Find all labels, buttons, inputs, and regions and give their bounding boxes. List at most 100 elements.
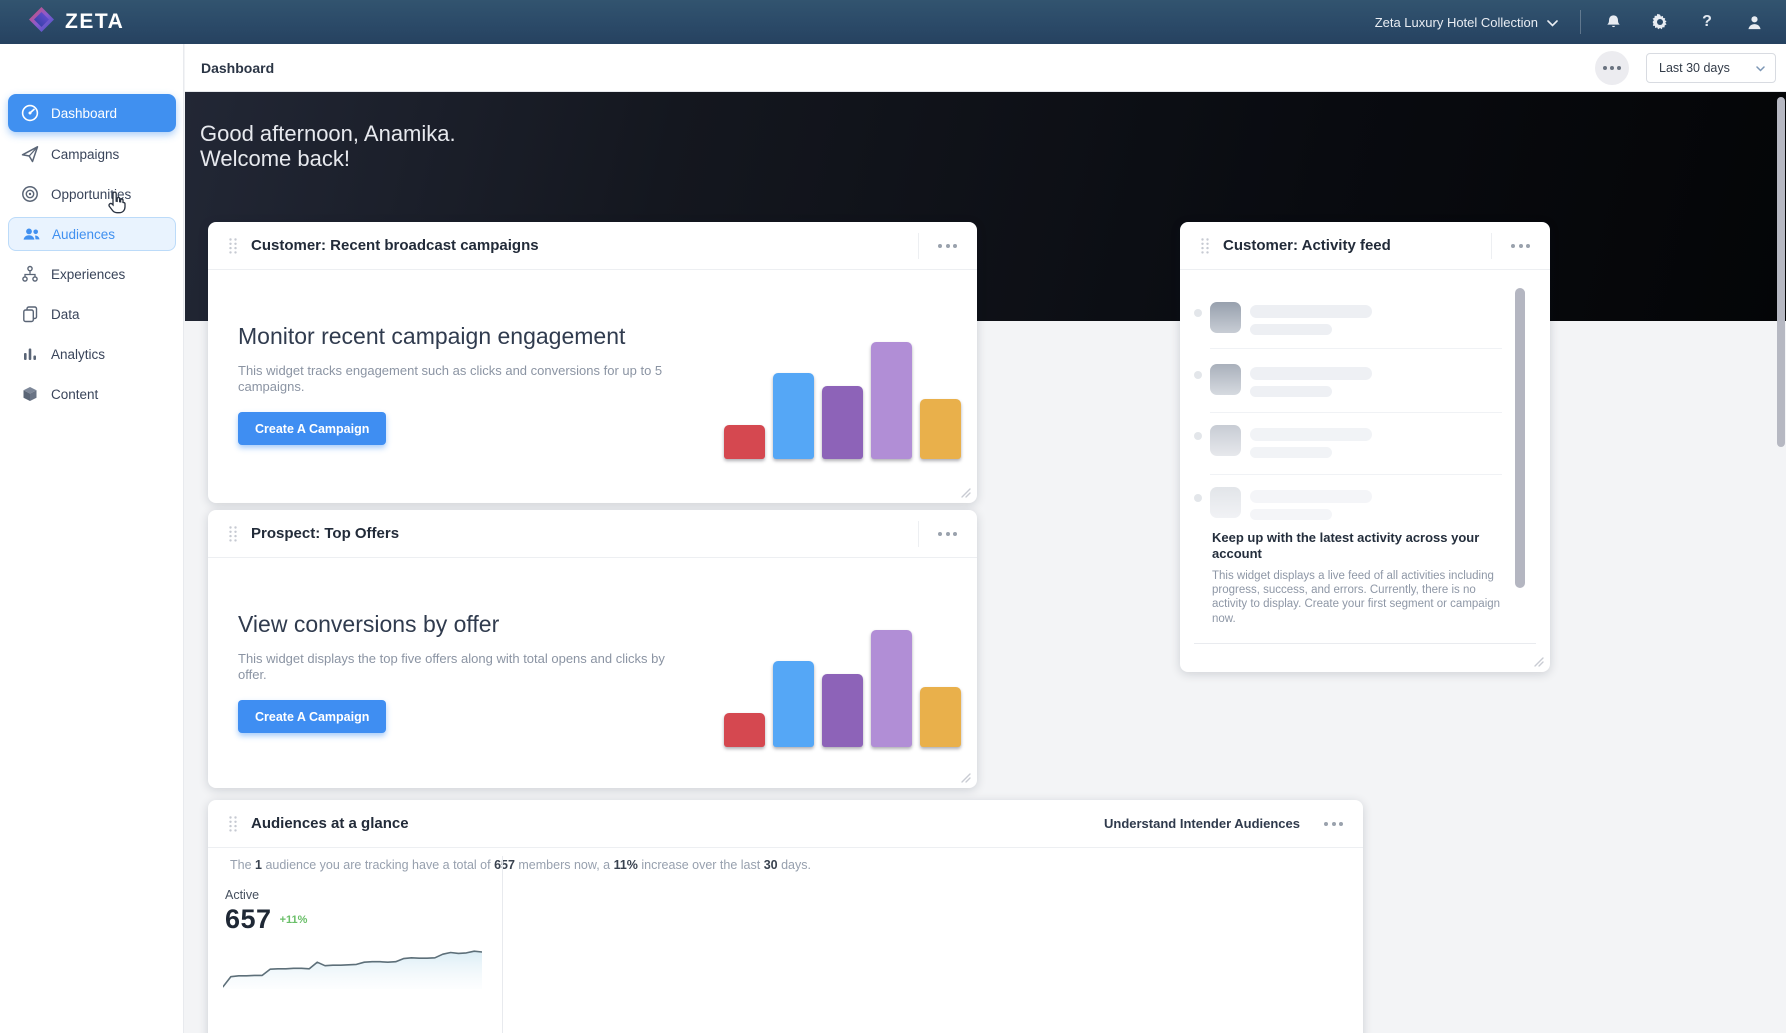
card-activity-feed: Customer: Activity feed	[1180, 222, 1550, 672]
activity-heading: Keep up with the latest activity across …	[1212, 530, 1502, 562]
drag-handle-icon[interactable]	[228, 237, 238, 255]
feed-separator	[1210, 474, 1502, 475]
header-divider	[918, 233, 919, 259]
mouse-cursor-hand-icon	[106, 190, 128, 219]
card-menu-button[interactable]	[1318, 814, 1349, 834]
skeleton-avatar	[1210, 364, 1241, 395]
sidebar-item-experiences[interactable]: Experiences	[8, 257, 176, 291]
card-header: Prospect: Top Offers	[208, 510, 977, 558]
nav-icons: ?	[1603, 12, 1764, 32]
feed-separator	[1210, 412, 1502, 413]
chart-bar	[822, 674, 863, 747]
drag-handle-icon[interactable]	[228, 525, 238, 543]
sidebar-item-label: Data	[51, 307, 80, 322]
understand-intender-audiences-link[interactable]: Understand Intender Audiences	[1104, 816, 1300, 831]
card-bottom-divider	[1194, 643, 1536, 644]
chart-bar	[920, 399, 961, 459]
resize-handle-icon[interactable]	[959, 485, 971, 497]
skeleton-line	[1250, 447, 1332, 458]
chart-bar	[773, 661, 814, 747]
target-icon	[20, 184, 40, 204]
account-switcher[interactable]: Zeta Luxury Hotel Collection	[1375, 15, 1558, 30]
speedometer-icon	[20, 103, 40, 123]
skeleton-line	[1250, 324, 1332, 335]
sidebar-item-label: Analytics	[51, 347, 105, 362]
brand-name: ZETA	[65, 10, 124, 34]
engagement-bar-chart	[724, 342, 961, 459]
header-divider	[918, 521, 919, 547]
resize-handle-icon[interactable]	[1532, 654, 1544, 666]
card-recent-broadcast-campaigns: Customer: Recent broadcast campaigns Mon…	[208, 222, 977, 503]
skeleton-line	[1250, 490, 1372, 503]
skeleton-bullet	[1194, 432, 1202, 440]
sidebar-item-label: Dashboard	[51, 106, 117, 121]
people-icon	[21, 224, 41, 244]
sidebar-item-content[interactable]: Content	[8, 377, 176, 411]
create-campaign-button[interactable]: Create A Campaign	[238, 700, 386, 733]
chart-bar	[773, 373, 814, 459]
skeleton-bullet	[1194, 309, 1202, 317]
sidebar-item-label: Campaigns	[51, 147, 119, 162]
sidebar-item-label: Experiences	[51, 267, 125, 282]
drag-handle-icon[interactable]	[1200, 237, 1210, 255]
cube-icon	[20, 384, 40, 404]
chart-bar	[822, 386, 863, 459]
skeleton-avatar	[1210, 487, 1241, 518]
paper-plane-icon	[20, 144, 40, 164]
card-audiences-at-a-glance: Audiences at a glance Understand Intende…	[208, 800, 1363, 1033]
zeta-diamond-icon	[28, 6, 55, 38]
sidebar-item-dashboard[interactable]: Dashboard	[8, 94, 176, 132]
widget-heading: Monitor recent campaign engagement	[238, 323, 625, 350]
skeleton-line	[1250, 305, 1372, 318]
skeleton-bullet	[1194, 494, 1202, 502]
active-count: 657	[225, 904, 272, 935]
card-title: Customer: Activity feed	[1223, 237, 1391, 254]
account-name: Zeta Luxury Hotel Collection	[1375, 15, 1538, 30]
chart-bar	[871, 342, 912, 459]
header-divider	[1491, 233, 1492, 259]
greeting-line-1: Good afternoon, Anamika.	[200, 121, 456, 146]
resize-handle-icon[interactable]	[959, 770, 971, 782]
help-icon[interactable]: ?	[1697, 12, 1717, 32]
audience-summary-text: The 1 audience you are tracking have a t…	[230, 858, 811, 872]
card-menu-button[interactable]	[932, 524, 963, 544]
drag-handle-icon[interactable]	[228, 815, 238, 833]
sidebar-item-opportunities[interactable]: Opportunities	[8, 177, 176, 211]
offers-bar-chart	[724, 630, 961, 747]
greeting-line-2: Welcome back!	[200, 146, 456, 171]
sidebar-item-data[interactable]: Data	[8, 297, 176, 331]
feed-scrollbar-thumb[interactable]	[1515, 288, 1525, 588]
card-prospect-top-offers: Prospect: Top Offers View conversions by…	[208, 510, 977, 788]
active-trend-sparkline	[223, 944, 482, 990]
sidebar-item-campaigns[interactable]: Campaigns	[8, 137, 176, 171]
sidebar-item-analytics[interactable]: Analytics	[8, 337, 176, 371]
card-title: Audiences at a glance	[251, 815, 409, 832]
sidebar-item-audiences[interactable]: Audiences	[8, 217, 176, 251]
date-range-select[interactable]: Last 30 days	[1646, 53, 1776, 83]
card-title: Customer: Recent broadcast campaigns	[251, 237, 539, 254]
bell-icon[interactable]	[1603, 12, 1623, 32]
skeleton-avatar	[1210, 302, 1241, 333]
bar-chart-icon	[20, 344, 40, 364]
widget-description: This widget tracks engagement such as cl…	[238, 363, 678, 394]
feed-separator	[1210, 348, 1502, 349]
skeleton-avatar	[1210, 425, 1241, 456]
card-menu-button[interactable]	[1505, 236, 1536, 256]
top-navbar: ZETA Zeta Luxury Hotel Collection ?	[0, 0, 1786, 44]
chart-bar	[871, 630, 912, 747]
gear-icon[interactable]	[1650, 12, 1670, 32]
card-header: Audiences at a glance Understand Intende…	[208, 800, 1363, 848]
flow-icon	[20, 264, 40, 284]
delta-badge: +11%	[280, 914, 308, 926]
page-header-bar: Dashboard Last 30 days	[185, 44, 1786, 92]
brand-logo[interactable]: ZETA	[0, 6, 124, 38]
page-scrollbar-thumb[interactable]	[1777, 97, 1785, 447]
card-header: Customer: Activity feed	[1180, 222, 1550, 270]
card-menu-button[interactable]	[932, 236, 963, 256]
create-campaign-button[interactable]: Create A Campaign	[238, 412, 386, 445]
skeleton-line	[1250, 386, 1332, 397]
more-options-button[interactable]	[1595, 51, 1629, 85]
page-header-actions: Last 30 days	[1595, 51, 1786, 85]
sidebar-item-label: Audiences	[52, 227, 115, 242]
user-icon[interactable]	[1744, 12, 1764, 32]
